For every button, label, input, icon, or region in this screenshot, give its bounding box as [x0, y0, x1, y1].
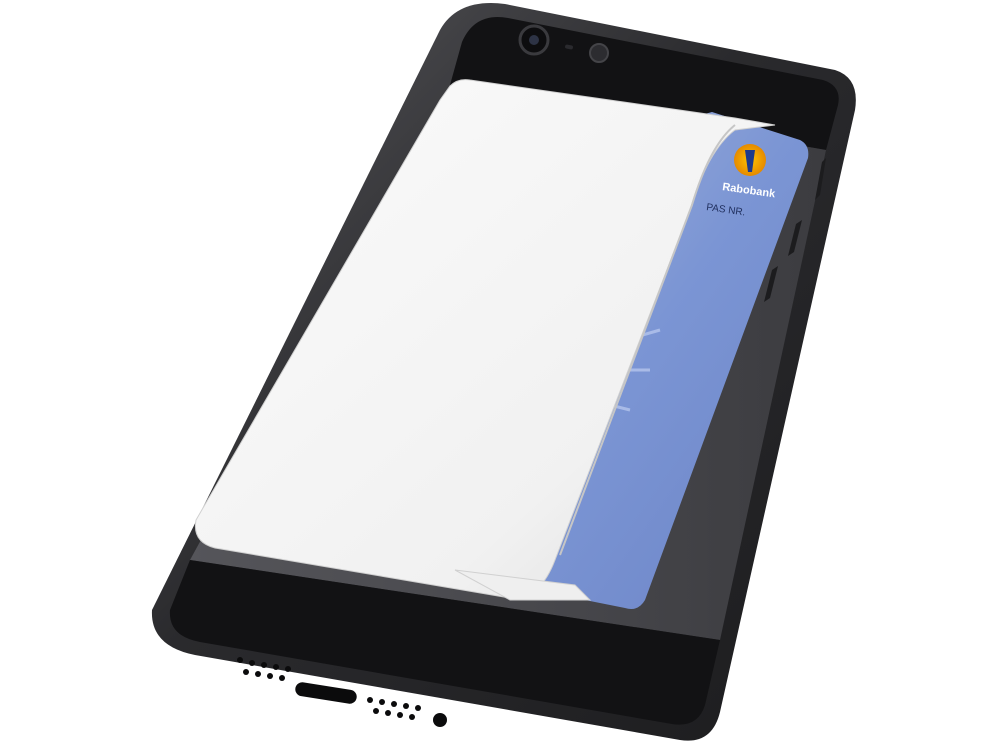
product-photo: Rabobank PAS NR. s 8	[151, 3, 856, 741]
rabobank-logo-icon	[734, 144, 766, 176]
flash-icon	[589, 43, 609, 63]
speaker-grill-right	[367, 697, 421, 720]
headphone-jack-icon	[433, 713, 447, 727]
lightning-port	[295, 682, 357, 704]
